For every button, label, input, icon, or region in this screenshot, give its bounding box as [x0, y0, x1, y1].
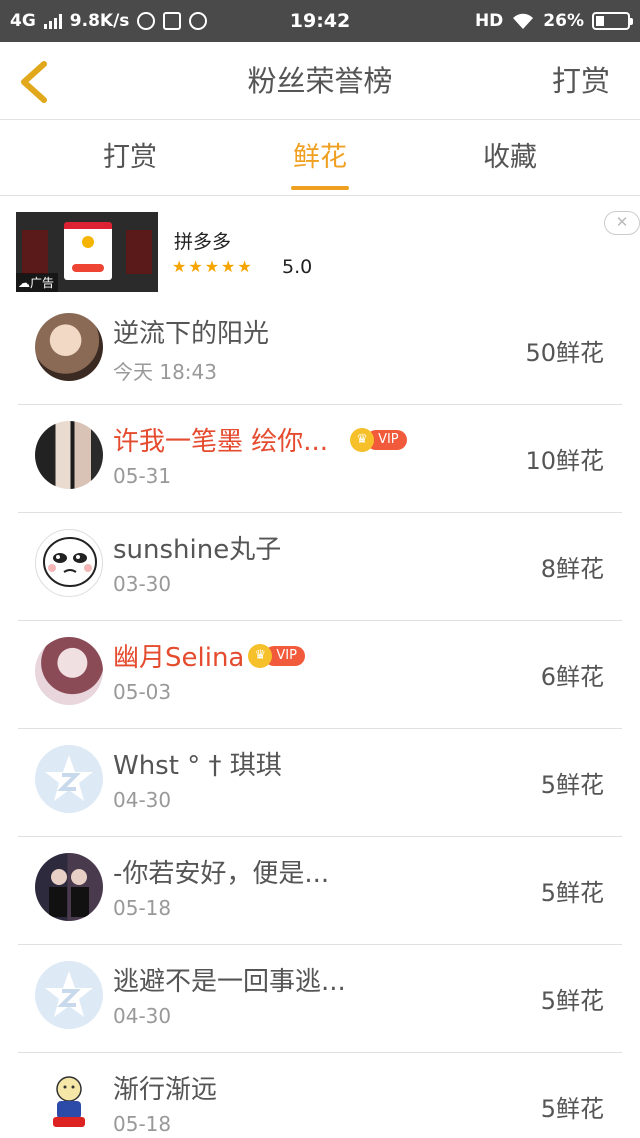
default-star-icon	[45, 971, 93, 1017]
fan-date: 05-18	[113, 896, 172, 920]
list-item[interactable]: 幽月Selina ♛ VIP 05-03 6鲜花	[18, 621, 622, 729]
flower-count: 5鲜花	[540, 1095, 604, 1123]
list-item[interactable]: 许我一笔墨 绘你... ♛ VIP 05-31 10鲜花	[18, 405, 622, 513]
list-item[interactable]: 逃避不是一回事逃... 04-30 5鲜花	[18, 945, 622, 1053]
fan-name-text: 幽月Selina	[113, 643, 245, 673]
ad-thumbnail[interactable]: ☁广告	[16, 212, 158, 292]
fan-date: 05-31	[113, 464, 172, 488]
fan-date: 今天 18:43	[113, 360, 217, 384]
avatar[interactable]	[35, 853, 103, 921]
tab-reward[interactable]: 打赏	[70, 121, 190, 196]
fan-date: 05-18	[113, 1112, 172, 1136]
fan-name: Whst ° † 琪琪	[113, 751, 282, 781]
flower-count: 6鲜花	[540, 663, 604, 691]
wifi-icon	[513, 13, 534, 29]
flower-count: 8鲜花	[540, 555, 604, 583]
vip-badge: ♛ VIP	[248, 643, 305, 668]
title-bar: 粉丝荣誉榜 打赏	[0, 42, 640, 120]
fan-date: 03-30	[113, 572, 172, 596]
fan-name: 逆流下的阳光	[113, 319, 270, 349]
fan-name-vip: 许我一笔墨 绘你... ♛ VIP	[113, 421, 407, 458]
fan-name: -你若安好，便是...	[113, 859, 330, 889]
avatar[interactable]	[35, 313, 103, 381]
list-item[interactable]: Whst ° † 琪琪 04-30 5鲜花	[18, 729, 622, 837]
list-item[interactable]: -你若安好，便是... 05-18 5鲜花	[18, 837, 622, 945]
fan-name-vip: 幽月Selina ♛ VIP	[113, 637, 305, 674]
avatar[interactable]	[35, 961, 103, 1029]
fan-date: 05-03	[113, 680, 172, 704]
flower-count: 50鲜花	[525, 339, 604, 367]
duo-photo-icon	[49, 869, 89, 917]
fan-name: 渐行渐远	[113, 1075, 218, 1105]
tab-bar: 打赏 鲜花 收藏	[0, 121, 640, 196]
tab-favorites[interactable]: 收藏	[450, 121, 570, 196]
page-title: 粉丝荣誉榜	[247, 64, 393, 98]
ad-star-rating-icon: ★★★★★	[172, 257, 254, 276]
ad-rating: 5.0	[282, 256, 313, 278]
flower-count: 10鲜花	[525, 447, 604, 475]
battery-icon	[592, 12, 633, 30]
fan-date: 04-30	[113, 788, 172, 812]
cartoon-character-icon	[53, 1076, 85, 1127]
avatar[interactable]	[35, 529, 103, 597]
avatar[interactable]	[35, 1069, 103, 1137]
flower-count: 5鲜花	[540, 771, 604, 799]
ad-app-name: 拼多多	[174, 231, 232, 253]
fan-name-text: 许我一笔墨 绘你...	[113, 427, 329, 457]
reward-button[interactable]: 打赏	[552, 42, 610, 120]
flower-count: 5鲜花	[540, 879, 604, 907]
battery-percent: 26%	[543, 11, 584, 31]
ad-close-icon[interactable]: ✕	[604, 211, 640, 235]
meme-face-icon	[43, 537, 97, 587]
avatar[interactable]	[35, 745, 103, 813]
status-right: HD 26%	[474, 0, 633, 42]
crown-icon: ♛	[248, 643, 273, 668]
fan-date: 04-30	[113, 1004, 172, 1028]
fan-list: 逆流下的阳光 今天 18:43 50鲜花 许我一笔墨 绘你... ♛ VIP 05-…	[18, 297, 622, 1138]
crown-icon: ♛	[350, 427, 375, 452]
list-item[interactable]: 渐行渐远 05-18 5鲜花	[18, 1053, 622, 1138]
default-star-icon	[45, 755, 93, 801]
avatar[interactable]	[35, 421, 103, 489]
list-item[interactable]: 逆流下的阳光 今天 18:43 50鲜花	[18, 297, 622, 405]
avatar[interactable]	[35, 637, 103, 705]
fan-name: 逃避不是一回事逃...	[113, 967, 346, 997]
hd-indicator: HD	[474, 11, 504, 31]
list-item[interactable]: sunshine丸子 03-30 8鲜花	[18, 513, 622, 621]
flower-count: 5鲜花	[540, 987, 604, 1015]
vip-badge: ♛ VIP	[350, 427, 407, 452]
tab-flowers[interactable]: 鲜花	[260, 121, 380, 196]
ad-banner[interactable]: ☁广告 拼多多 ★★★★★ 5.0 ✕	[0, 197, 640, 297]
status-bar: 4G 9.8K/s 19:42 HD 26%	[0, 0, 640, 42]
fan-name: sunshine丸子	[113, 535, 282, 565]
ad-label: ☁广告	[16, 273, 59, 292]
